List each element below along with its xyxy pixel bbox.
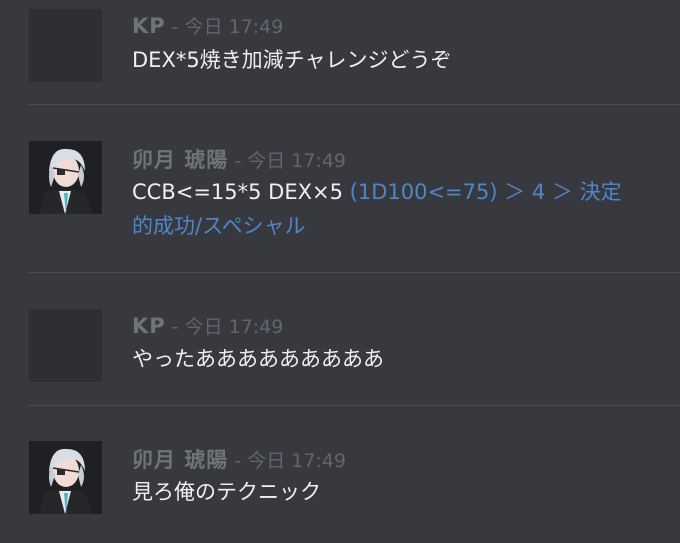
author-name[interactable]: KP xyxy=(132,314,166,338)
message-text: CCB<=15*5 DEX×5 (1D100<=75) ＞ 4 ＞ 決定 的成功… xyxy=(132,175,622,243)
roll-result: (1D100<=75) ＞ 4 ＞ 決定 xyxy=(349,180,622,204)
avatar[interactable] xyxy=(29,141,102,214)
divider xyxy=(28,272,680,273)
command-text: CCB<=15*5 DEX×5 xyxy=(132,180,350,204)
timestamp: - 今日 17:49 xyxy=(171,316,284,338)
message-line: CCB<=15*5 DEX×5 (1D100<=75) ＞ 4 ＞ 決定 xyxy=(132,175,622,209)
message-header: KP - 今日 17:49 xyxy=(132,12,283,39)
character-portrait-icon xyxy=(29,441,102,514)
timestamp: - 今日 17:49 xyxy=(171,16,284,38)
timestamp: - 今日 17:49 xyxy=(234,150,347,172)
avatar[interactable] xyxy=(29,309,102,382)
divider xyxy=(28,405,680,406)
author-name[interactable]: KP xyxy=(132,14,166,38)
avatar[interactable] xyxy=(29,441,102,514)
character-portrait-icon xyxy=(29,141,102,214)
message-text: 見ろ俺のテクニック xyxy=(132,480,321,504)
message-header: KP - 今日 17:49 xyxy=(132,312,283,339)
message-text: DEX*5焼き加減チャレンジどうぞ xyxy=(132,48,452,72)
timestamp: - 今日 17:49 xyxy=(234,450,347,472)
author-name[interactable]: 卯月 琥陽 xyxy=(132,444,228,474)
message-text: やったあああああああああ xyxy=(132,347,384,371)
avatar[interactable] xyxy=(29,9,102,82)
author-name[interactable]: 卯月 琥陽 xyxy=(132,144,228,174)
message-header: 卯月 琥陽 - 今日 17:49 xyxy=(132,444,346,474)
roll-result-continued: 的成功/スペシャル xyxy=(132,214,306,238)
divider xyxy=(28,104,680,105)
message-header: 卯月 琥陽 - 今日 17:49 xyxy=(132,144,346,174)
